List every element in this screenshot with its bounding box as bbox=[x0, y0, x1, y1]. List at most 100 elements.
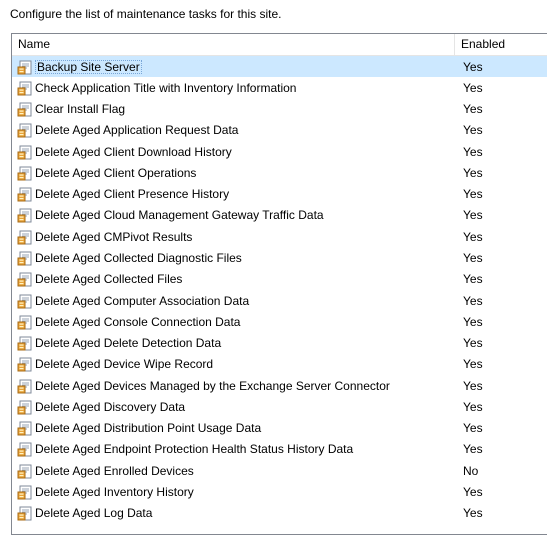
task-name: Delete Aged Collected Diagnostic Files bbox=[35, 251, 242, 266]
list-item[interactable]: Delete Aged Enrolled Devices No bbox=[12, 460, 547, 481]
task-name-cell: Delete Aged Console Connection Data bbox=[12, 314, 455, 330]
maintenance-task-icon bbox=[17, 145, 32, 160]
list-item[interactable]: Delete Aged Client Presence History Yes bbox=[12, 184, 547, 205]
list-item[interactable]: Delete Aged Delete Detection Data Yes bbox=[12, 332, 547, 353]
task-name-cell: Backup Site Server bbox=[12, 59, 455, 75]
task-name-cell: Delete Aged Collected Diagnostic Files bbox=[12, 250, 455, 266]
task-enabled: Yes bbox=[463, 442, 483, 457]
list-item[interactable]: Delete Aged Collected Files Yes bbox=[12, 269, 547, 290]
maintenance-task-icon bbox=[17, 400, 32, 415]
task-name: Delete Aged Client Operations bbox=[35, 165, 197, 180]
maintenance-task-icon bbox=[17, 187, 32, 202]
list-item[interactable]: Delete Aged Endpoint Protection Health S… bbox=[12, 439, 547, 460]
task-name-cell: Delete Aged CMPivot Results bbox=[12, 229, 455, 245]
task-name-cell: Delete Aged Application Request Data bbox=[12, 122, 455, 138]
task-name: Delete Aged CMPivot Results bbox=[35, 229, 193, 244]
list-item[interactable]: Delete Aged Devices Managed by the Excha… bbox=[12, 375, 547, 396]
task-enabled: Yes bbox=[463, 123, 483, 138]
task-enabled: Yes bbox=[463, 208, 483, 223]
task-name-cell: Delete Aged Log Data bbox=[12, 505, 455, 521]
task-enabled: Yes bbox=[463, 336, 483, 351]
task-enabled: Yes bbox=[463, 506, 483, 521]
task-name: Delete Aged Computer Association Data bbox=[35, 293, 250, 308]
list-item[interactable]: Delete Aged Device Wipe Record Yes bbox=[12, 354, 547, 375]
maintenance-task-icon bbox=[17, 506, 32, 521]
task-name: Delete Aged Delete Detection Data bbox=[35, 336, 222, 351]
task-name: Delete Aged Application Request Data bbox=[35, 123, 239, 138]
task-enabled: Yes bbox=[463, 165, 483, 180]
column-header-enabled[interactable]: Enabled bbox=[455, 34, 547, 55]
list-rows: Backup Site Server Yes Check Application… bbox=[12, 56, 547, 524]
maintenance-task-icon bbox=[17, 230, 32, 245]
task-enabled: Yes bbox=[463, 314, 483, 329]
task-name-cell: Delete Aged Client Presence History bbox=[12, 186, 455, 202]
list-item[interactable]: Delete Aged Inventory History Yes bbox=[12, 481, 547, 502]
task-name-cell: Delete Aged Distribution Point Usage Dat… bbox=[12, 420, 455, 436]
column-header-name[interactable]: Name bbox=[12, 34, 455, 55]
task-name-cell: Delete Aged Endpoint Protection Health S… bbox=[12, 441, 455, 457]
maintenance-task-icon bbox=[17, 294, 32, 309]
task-enabled: Yes bbox=[463, 484, 483, 499]
task-enabled: Yes bbox=[463, 80, 483, 95]
task-name: Delete Aged Endpoint Protection Health S… bbox=[35, 442, 354, 457]
list-item[interactable]: Delete Aged Application Request Data Yes bbox=[12, 120, 547, 141]
list-item[interactable]: Check Application Title with Inventory I… bbox=[12, 77, 547, 98]
task-name: Delete Aged Discovery Data bbox=[35, 399, 186, 414]
list-item[interactable]: Backup Site Server Yes bbox=[12, 56, 547, 78]
list-item[interactable]: Delete Aged Discovery Data Yes bbox=[12, 396, 547, 417]
maintenance-task-icon bbox=[17, 272, 32, 287]
task-name-cell: Check Application Title with Inventory I… bbox=[12, 80, 455, 96]
task-name-cell: Delete Aged Client Operations bbox=[12, 165, 455, 181]
maintenance-task-icon bbox=[17, 251, 32, 266]
list-item[interactable]: Delete Aged Client Operations Yes bbox=[12, 162, 547, 183]
list-item[interactable]: Delete Aged CMPivot Results Yes bbox=[12, 226, 547, 247]
task-name-cell: Delete Aged Inventory History bbox=[12, 484, 455, 500]
task-name: Delete Aged Cloud Management Gateway Tra… bbox=[35, 208, 324, 223]
maintenance-task-icon bbox=[17, 81, 32, 96]
maintenance-task-icon bbox=[17, 102, 32, 117]
list-item[interactable]: Delete Aged Computer Association Data Ye… bbox=[12, 290, 547, 311]
task-name-cell: Delete Aged Computer Association Data bbox=[12, 293, 455, 309]
task-name: Delete Aged Client Presence History bbox=[35, 187, 230, 202]
task-name-cell: Delete Aged Discovery Data bbox=[12, 399, 455, 415]
maintenance-task-icon bbox=[17, 421, 32, 436]
list-header: Name Enabled bbox=[12, 34, 547, 56]
task-name-cell: Delete Aged Delete Detection Data bbox=[12, 335, 455, 351]
maintenance-task-icon bbox=[17, 166, 32, 181]
task-name-cell: Clear Install Flag bbox=[12, 101, 455, 117]
list-item[interactable]: Delete Aged Cloud Management Gateway Tra… bbox=[12, 205, 547, 226]
task-enabled: Yes bbox=[463, 144, 483, 159]
task-enabled: Yes bbox=[463, 399, 483, 414]
list-item[interactable]: Clear Install Flag Yes bbox=[12, 99, 547, 120]
list-item[interactable]: Delete Aged Collected Diagnostic Files Y… bbox=[12, 247, 547, 268]
task-enabled: Yes bbox=[463, 251, 483, 266]
task-name: Delete Aged Devices Managed by the Excha… bbox=[35, 378, 390, 393]
maintenance-task-icon bbox=[17, 379, 32, 394]
maintenance-task-icon bbox=[17, 208, 32, 223]
maintenance-task-icon bbox=[17, 60, 32, 75]
maintenance-tasks-list[interactable]: Name Enabled Backup Site Server Yes Chec… bbox=[11, 33, 547, 535]
task-name: Check Application Title with Inventory I… bbox=[35, 80, 297, 95]
task-name-cell: Delete Aged Device Wipe Record bbox=[12, 356, 455, 372]
maintenance-task-icon bbox=[17, 336, 32, 351]
task-name: Delete Aged Inventory History bbox=[35, 484, 194, 499]
task-name: Backup Site Server bbox=[35, 59, 142, 74]
maintenance-task-icon bbox=[17, 485, 32, 500]
task-name-cell: Delete Aged Client Download History bbox=[12, 144, 455, 160]
maintenance-task-icon bbox=[17, 123, 32, 138]
maintenance-task-icon bbox=[17, 315, 32, 330]
list-item[interactable]: Delete Aged Console Connection Data Yes bbox=[12, 311, 547, 332]
task-enabled: No bbox=[463, 463, 479, 478]
task-enabled: Yes bbox=[463, 187, 483, 202]
task-enabled: Yes bbox=[463, 59, 483, 74]
task-name-cell: Delete Aged Enrolled Devices bbox=[12, 463, 455, 479]
task-name: Clear Install Flag bbox=[35, 102, 126, 117]
list-item[interactable]: Delete Aged Client Download History Yes bbox=[12, 141, 547, 162]
task-name-cell: Delete Aged Collected Files bbox=[12, 271, 455, 287]
task-enabled: Yes bbox=[463, 421, 483, 436]
maintenance-task-icon bbox=[17, 442, 32, 457]
task-enabled: Yes bbox=[463, 229, 483, 244]
instruction-text: Configure the list of maintenance tasks … bbox=[10, 7, 282, 21]
list-item[interactable]: Delete Aged Distribution Point Usage Dat… bbox=[12, 418, 547, 439]
task-enabled: Yes bbox=[463, 293, 483, 308]
